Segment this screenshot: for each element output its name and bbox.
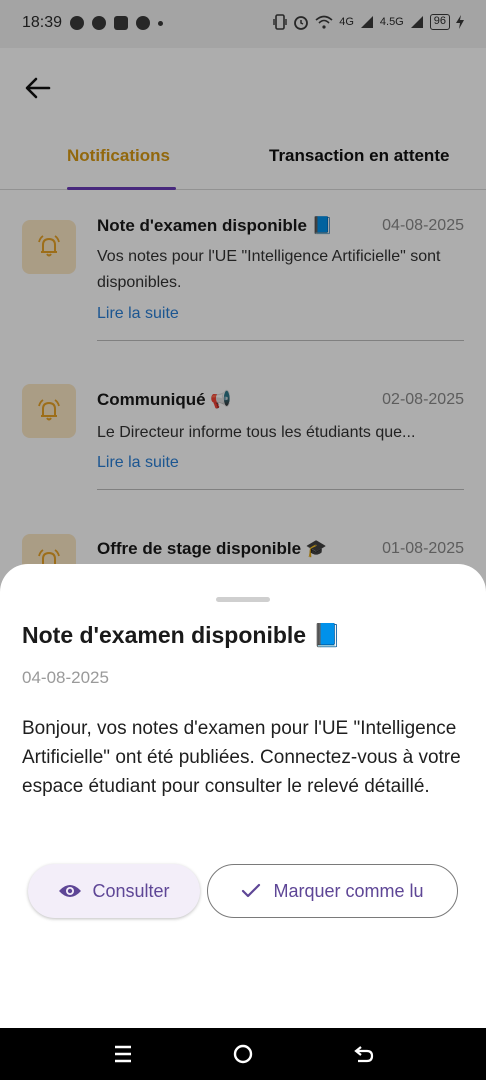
home-button[interactable] (230, 1041, 256, 1067)
back-nav-button[interactable] (351, 1041, 377, 1067)
recent-apps-button[interactable] (110, 1041, 136, 1067)
eye-icon (59, 885, 82, 897)
home-icon (233, 1044, 253, 1064)
drag-handle[interactable] (216, 597, 270, 602)
consult-button[interactable]: Consulter (28, 864, 200, 918)
system-nav-bar (0, 1028, 486, 1080)
consult-label: Consulter (92, 880, 170, 901)
notification-bottom-sheet: Note d'examen disponible 📘 04-08-2025 Bo… (0, 564, 486, 1028)
sheet-body: Bonjour, vos notes d'examen pour l'UE "I… (22, 718, 461, 797)
check-icon (242, 883, 261, 898)
back-icon (354, 1046, 374, 1063)
sheet-title: Note d'examen disponible 📘 (22, 622, 342, 648)
mark-read-button[interactable]: Marquer comme lu (207, 864, 458, 918)
menu-icon (115, 1045, 131, 1063)
mark-read-label: Marquer comme lu (273, 880, 424, 901)
sheet-date: 04-08-2025 (22, 668, 109, 687)
